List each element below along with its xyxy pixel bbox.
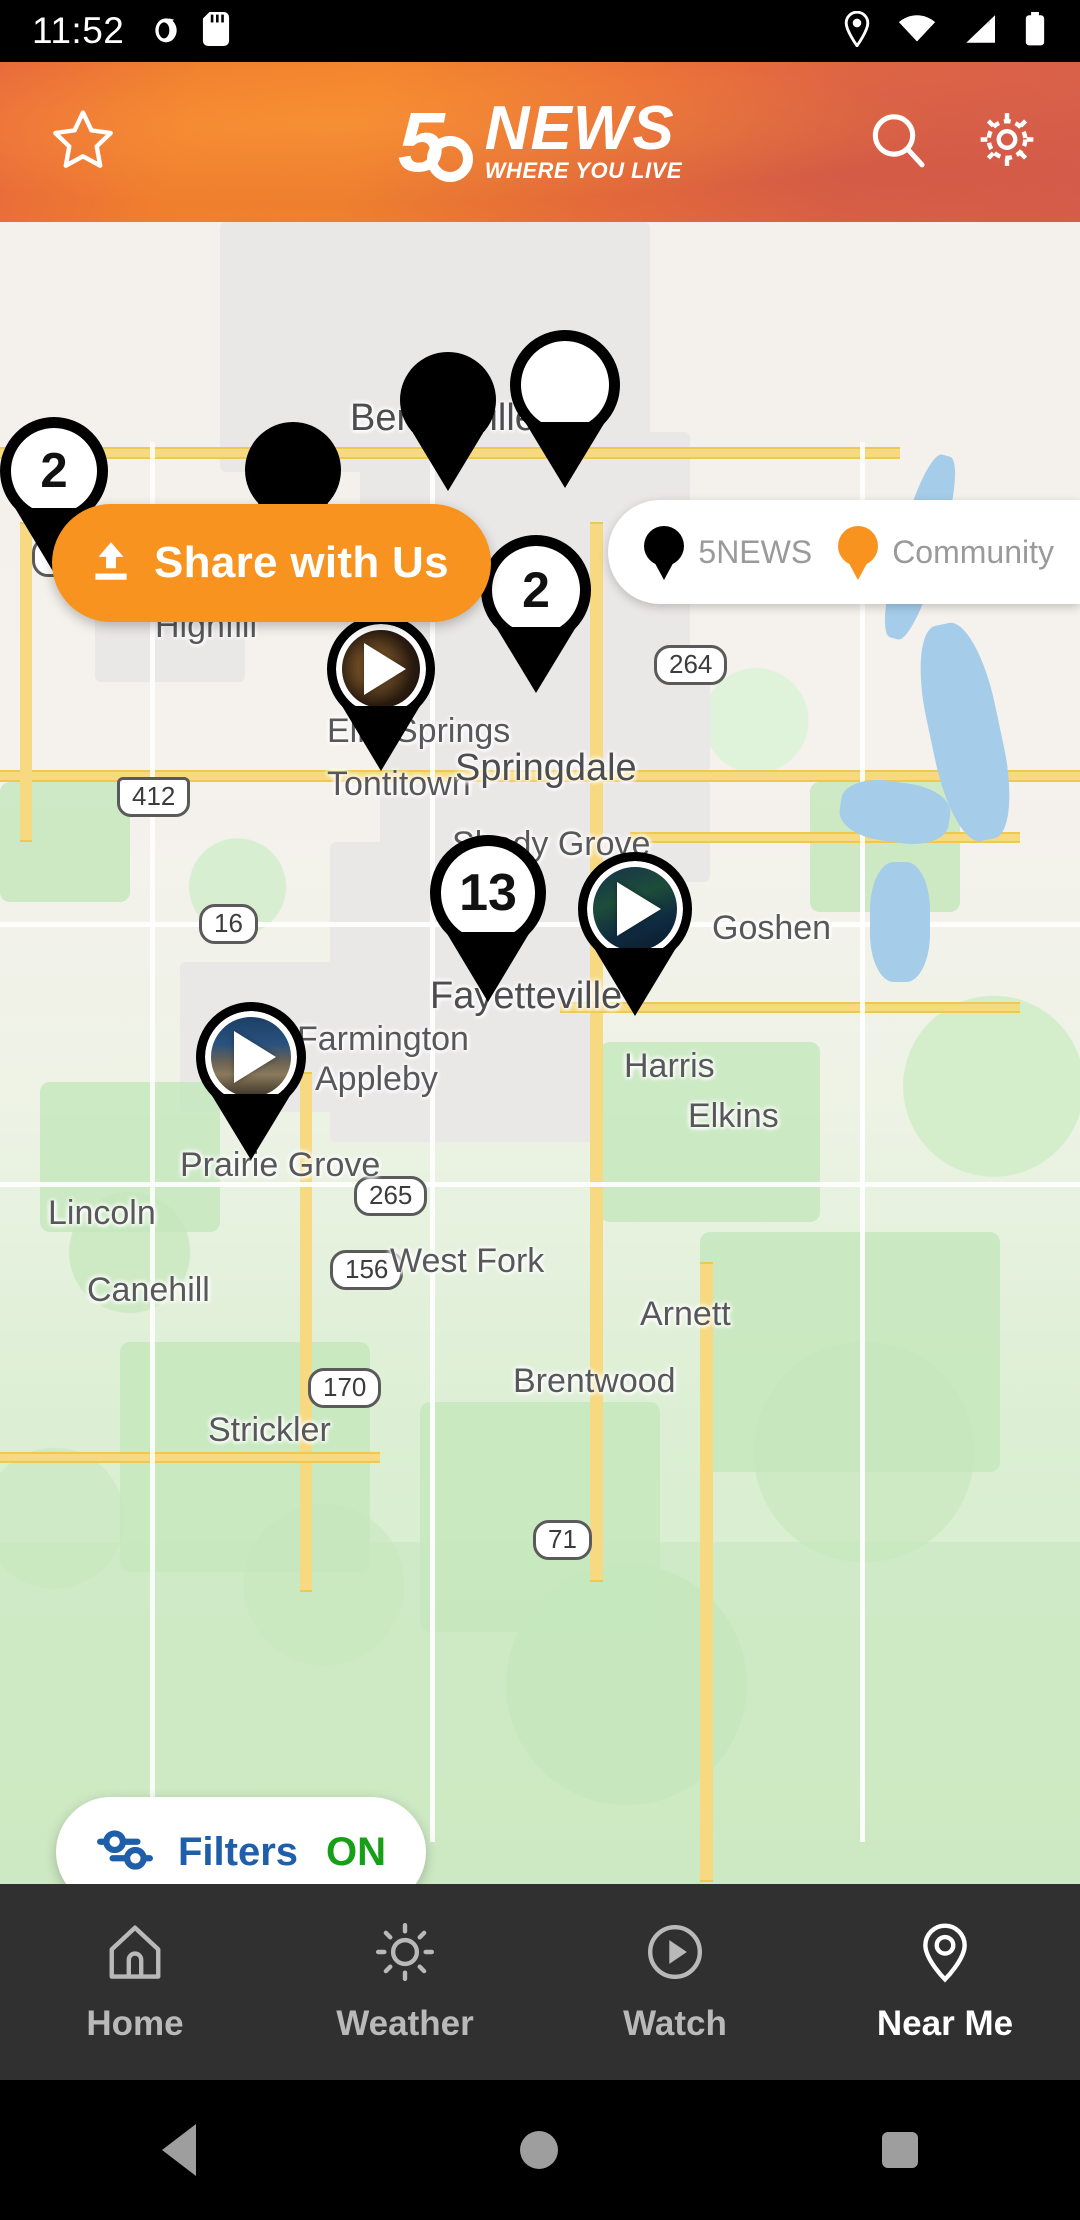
- status-bar: 11:52: [0, 0, 1080, 62]
- map-view[interactable]: 594121626426515617071 BentonvilleHighfil…: [0, 222, 1080, 1884]
- nav-label-near-me: Near Me: [877, 2004, 1013, 2044]
- star-outline-icon: [48, 105, 118, 180]
- sliders-icon: [96, 1828, 154, 1877]
- map-marker-video[interactable]: [327, 615, 435, 723]
- play-icon: [617, 882, 661, 936]
- share-with-us-label: Share with Us: [154, 538, 449, 588]
- marker-tail: [211, 1094, 291, 1160]
- map-marker-cluster[interactable]: 2: [481, 535, 591, 645]
- play-icon: [234, 1031, 276, 1083]
- nav-item-watch[interactable]: Watch: [540, 1884, 810, 2080]
- map-marker-video[interactable]: [196, 1002, 306, 1112]
- nav-item-weather[interactable]: Weather: [270, 1884, 540, 2080]
- gear-icon[interactable]: [976, 109, 1038, 176]
- nav-label-weather: Weather: [336, 2004, 473, 2044]
- nav-item-near-me[interactable]: Near Me: [810, 1884, 1080, 2080]
- status-bar-clock: 11:52: [32, 10, 124, 52]
- marker-tail: [342, 706, 420, 771]
- map-pin-icon: [914, 1921, 976, 1988]
- status-bar-left-icons: [150, 12, 230, 51]
- legend-pin-5news-icon: [644, 526, 684, 578]
- play-circle-icon: [644, 1921, 706, 1988]
- play-icon: [364, 643, 406, 695]
- marker-tail: [594, 948, 676, 1016]
- logo-circle-mark: [427, 136, 473, 182]
- route-shield: 16: [199, 904, 258, 944]
- map-label: Farmington: [297, 1020, 469, 1059]
- marker-video-thumbnail: [336, 624, 426, 714]
- sun-icon: [374, 1921, 436, 1988]
- app-screen: 11:52: [0, 0, 1080, 2220]
- marker-tail: [496, 627, 576, 693]
- map-label: Canehill: [87, 1271, 210, 1310]
- recents-icon[interactable]: [882, 2132, 918, 2168]
- filters-button[interactable]: Filters ON: [56, 1797, 426, 1884]
- filters-label: Filters: [178, 1830, 298, 1875]
- marker-tail: [525, 422, 605, 488]
- map-label: Brentwood: [513, 1362, 676, 1401]
- favorites-button[interactable]: [45, 104, 121, 180]
- wifi-icon: [898, 14, 936, 49]
- route-shield: 170: [308, 1368, 381, 1408]
- map-marker-cluster[interactable]: [510, 330, 620, 440]
- map-label: Harris: [624, 1047, 715, 1086]
- map-label: West Fork: [390, 1242, 544, 1281]
- sd-card-icon: [202, 12, 230, 51]
- legend-label-community: Community: [892, 534, 1054, 571]
- app-header: 5 NEWS WHERE YOU LIVE: [0, 62, 1080, 222]
- marker-cluster-count: 2: [522, 561, 550, 619]
- map-legend: 5NEWS Community: [608, 500, 1080, 604]
- marker-tail: [446, 932, 530, 1002]
- marker-video-thumbnail: [205, 1011, 297, 1103]
- nav-label-home: Home: [86, 2004, 183, 2044]
- map-label: Strickler: [208, 1411, 331, 1450]
- map-label: Arnett: [640, 1295, 731, 1334]
- logo-tagline: WHERE YOU LIVE: [485, 158, 682, 184]
- system-navigation-bar: [0, 2080, 1080, 2220]
- marker-tail: [413, 433, 483, 491]
- map-marker-pin[interactable]: [400, 352, 496, 448]
- marker-cluster-count: 2: [40, 443, 67, 499]
- map-marker-cluster[interactable]: 13: [430, 835, 546, 951]
- battery-icon: [1024, 12, 1046, 51]
- cell-signal-icon: [962, 14, 998, 49]
- map-label: Lincoln: [48, 1194, 156, 1233]
- alarm-icon: [150, 13, 182, 50]
- legend-item-5news: 5NEWS: [644, 526, 812, 578]
- marker-video-thumbnail: [587, 861, 683, 957]
- route-shield: 412: [117, 777, 190, 817]
- share-with-us-button[interactable]: Share with Us: [52, 504, 491, 622]
- legend-pin-community-icon: [838, 526, 878, 578]
- map-label: Elkins: [688, 1097, 779, 1136]
- route-shield: 71: [533, 1520, 592, 1560]
- route-shield: 264: [654, 645, 727, 685]
- home-circle-icon[interactable]: [520, 2131, 558, 2169]
- upload-icon: [86, 536, 136, 591]
- marker-cluster-count: 13: [459, 863, 517, 923]
- search-icon[interactable]: [866, 108, 930, 177]
- filters-state-badge: ON: [326, 1830, 386, 1875]
- location-icon: [842, 11, 872, 52]
- map-marker-video[interactable]: [578, 852, 692, 966]
- back-icon[interactable]: [162, 2124, 196, 2176]
- app-logo: 5 NEWS WHERE YOU LIVE: [398, 100, 682, 184]
- logo-name: NEWS: [485, 100, 682, 157]
- legend-label-5news: 5NEWS: [698, 534, 812, 571]
- nav-label-watch: Watch: [623, 2004, 727, 2044]
- legend-item-community: Community: [838, 526, 1054, 578]
- nav-item-home[interactable]: Home: [0, 1884, 270, 2080]
- map-label: Springdale: [455, 747, 637, 790]
- map-label: Appleby: [315, 1060, 438, 1099]
- bottom-navigation-bar: Home Weather Watch Near Me: [0, 1884, 1080, 2080]
- status-bar-right-icons: [842, 0, 1046, 62]
- home-icon: [104, 1921, 166, 1988]
- map-label: Goshen: [712, 909, 831, 948]
